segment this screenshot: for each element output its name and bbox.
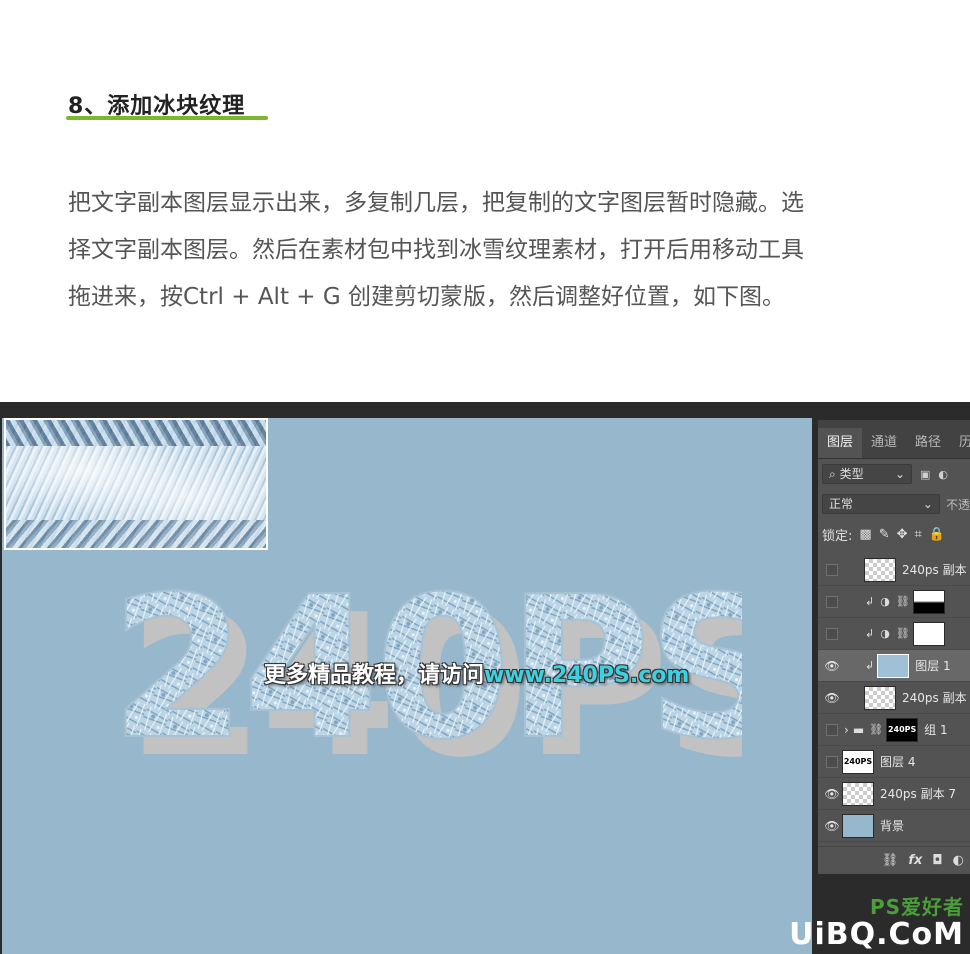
blend-mode-value: 正常: [829, 497, 854, 511]
fx-icon[interactable]: fx: [908, 853, 922, 868]
paragraph-line: 把文字副本图层显示出来，多复制几层，把复制的文字图层暂时隐藏。选: [68, 190, 804, 216]
adjustment-icon: ◑: [880, 627, 890, 640]
layer-row[interactable]: 👁 240ps 副本 7: [818, 778, 970, 810]
layer-row[interactable]: 240PS 图层 4: [818, 746, 970, 778]
layer-row[interactable]: 240ps 副本: [818, 554, 970, 586]
eye-icon[interactable]: 👁: [822, 778, 842, 809]
blend-row: 正常 ⌄ 不透: [818, 489, 970, 519]
layer-filter-select[interactable]: ⌕ 类型 ⌄: [822, 464, 912, 484]
logo-bottom-text: UiBQ.CoM: [789, 917, 964, 952]
document-canvas[interactable]: 240PS 240PS 更多精品教程，请访问www.240PS.com: [2, 418, 812, 954]
layer-thumbnail: [877, 653, 910, 678]
layer-row-selected[interactable]: 👁 ↲ 图层 1: [818, 650, 970, 682]
layer-name: 240ps 副本: [902, 563, 967, 577]
filter-label: 类型: [839, 467, 864, 481]
layer-list: 240ps 副本 ↲ ◑ ⛓ ↲ ◑ ⛓ 👁 ↲ 图层 1 👁 240ps 副本…: [818, 554, 970, 842]
adjustment-icon[interactable]: ◐: [953, 853, 964, 868]
layers-panel: 图层 通道 路径 历 ⌕ 类型 ⌄ ▣ ◐ 正常 ⌄ 不透 锁定: ▩ ✎ ✥ …: [818, 420, 970, 874]
clip-arrow-icon: ↲: [865, 627, 875, 640]
logo-top-text: PS爱好者: [869, 895, 964, 919]
site-logo: PS爱好者 UiBQ.CoM: [789, 891, 964, 950]
mask-icon[interactable]: ◘: [932, 853, 942, 868]
chevron-down-icon: ⌄: [922, 497, 933, 511]
visibility-toggle[interactable]: [822, 746, 842, 777]
layer-name: 组 1: [924, 723, 948, 737]
layer-mask-thumbnail: [912, 621, 945, 646]
tab-channels[interactable]: 通道: [862, 428, 906, 458]
visibility-toggle[interactable]: [822, 554, 842, 585]
panel-tabs: 图层 通道 路径 历: [818, 420, 970, 459]
article-body: 把文字副本图层显示出来，多复制几层，把复制的文字图层暂时隐藏。选 择文字副本图层…: [68, 180, 908, 321]
folder-icon: ▬: [852, 722, 865, 737]
chain-link-icon: ⛓: [895, 595, 910, 608]
watermark-text: 更多精品教程，请访问: [264, 663, 485, 688]
lock-pixels-icon[interactable]: ✎: [879, 527, 890, 542]
eye-icon[interactable]: 👁: [822, 810, 842, 841]
watermark: 更多精品教程，请访问www.240PS.com: [264, 657, 689, 689]
visibility-toggle[interactable]: [822, 714, 842, 745]
layer-thumbnail: [842, 813, 874, 838]
tab-layers[interactable]: 图层: [818, 428, 863, 458]
layer-thumbnail: 240PS: [842, 749, 874, 774]
paragraph-line: 拖进来，按Ctrl + Alt + G 创建剪切蒙版，然后调整好位置，如下图。: [68, 284, 785, 310]
eye-icon[interactable]: 👁: [822, 650, 842, 681]
layer-row-group[interactable]: › ▬ ⛓ 240PS 组 1: [818, 714, 970, 746]
lock-row: 锁定: ▩ ✎ ✥ ⌗ 🔒: [818, 519, 970, 549]
chain-link-icon: ⛓: [869, 723, 884, 736]
lock-artboard-icon[interactable]: ⌗: [915, 527, 922, 542]
tab-history[interactable]: 历: [950, 428, 970, 458]
layer-row[interactable]: ↲ ◑ ⛓: [818, 586, 970, 618]
ice-texture-preview: [4, 418, 268, 550]
expand-arrow-icon[interactable]: ›: [844, 723, 849, 737]
chevron-down-icon: ⌄: [894, 467, 905, 481]
layer-thumbnail: 240PS: [886, 717, 919, 742]
clip-arrow-icon: ↲: [865, 595, 875, 608]
clip-arrow-icon: ↲: [865, 659, 875, 672]
panel-footer: ⛓ fx ◘ ◐: [818, 846, 970, 874]
layer-row[interactable]: 👁 背景: [818, 810, 970, 842]
layer-filter-row: ⌕ 类型 ⌄ ▣ ◐: [818, 459, 970, 489]
layer-name: 背景: [880, 819, 905, 833]
lock-transparency-icon[interactable]: ▩: [859, 527, 871, 542]
search-icon: ⌕: [829, 467, 836, 481]
watermark-url: www.240PS.com: [484, 663, 690, 688]
visibility-toggle[interactable]: [822, 618, 842, 649]
lock-all-icon[interactable]: 🔒: [929, 527, 945, 542]
tab-paths[interactable]: 路径: [906, 428, 950, 458]
layer-row[interactable]: ↲ ◑ ⛓: [818, 618, 970, 650]
lock-label: 锁定:: [822, 528, 853, 544]
image-filter-icon[interactable]: ▣: [920, 468, 930, 481]
chain-link-icon: ⛓: [895, 627, 910, 640]
layer-name: 图层 1: [915, 659, 951, 673]
paragraph-line: 择文字副本图层。然后在素材包中找到冰雪纹理素材，打开后用移动工具: [68, 237, 804, 263]
adjustment-filter-icon[interactable]: ◐: [938, 468, 948, 481]
heading-underline: [66, 116, 268, 120]
layer-thumbnail: [842, 781, 874, 806]
layer-mask-thumbnail: [912, 589, 945, 614]
opacity-label: 不透: [945, 497, 970, 512]
layer-name: 240ps 副本: [902, 691, 967, 705]
link-icon[interactable]: ⛓: [882, 853, 899, 868]
photoshop-screenshot: 240PS 240PS 更多精品教程，请访问www.240PS.com 图层 通…: [0, 402, 970, 954]
blend-mode-select[interactable]: 正常 ⌄: [822, 494, 940, 514]
eye-icon[interactable]: 👁: [822, 682, 842, 713]
layer-name: 图层 4: [880, 755, 916, 769]
adjustment-icon: ◑: [880, 595, 890, 608]
visibility-toggle[interactable]: [822, 586, 842, 617]
layer-name: 240ps 副本 7: [880, 787, 957, 801]
layer-thumbnail: [864, 685, 896, 710]
lock-position-icon[interactable]: ✥: [897, 527, 908, 542]
layer-row[interactable]: 👁 240ps 副本: [818, 682, 970, 714]
layer-thumbnail: [864, 557, 896, 582]
